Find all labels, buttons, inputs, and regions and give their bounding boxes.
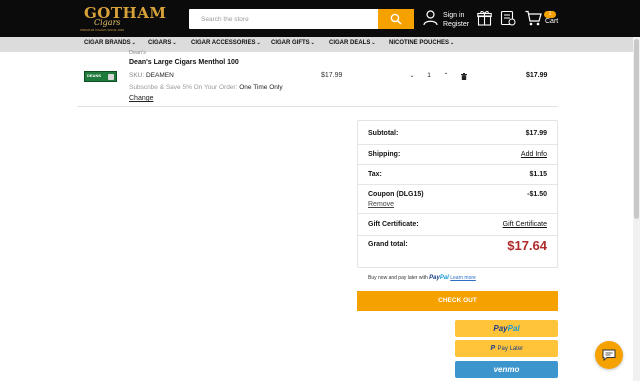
paypal-pay-later-button[interactable]: P Pay Later <box>455 340 558 357</box>
site-header: GOTHAM Cigars PREMIUM CIGARS SINCE 1999 … <box>0 0 640 37</box>
paylater-text: Buy now and pay later with <box>368 275 428 281</box>
grand-total-label: Grand total: <box>368 241 408 248</box>
cart-icon <box>525 10 542 26</box>
search-input[interactable] <box>189 9 378 29</box>
tax-value: $1.15 <box>529 171 547 178</box>
grand-total-value: $17.64 <box>507 238 547 253</box>
tax-row: Tax: $1.15 <box>358 165 557 185</box>
page-scrollbar[interactable] <box>633 37 640 381</box>
remove-coupon-link[interactable]: Remove <box>368 201 394 208</box>
subscribe-value: One Time Only <box>239 84 283 91</box>
pay-later-label: Pay Later <box>497 346 524 352</box>
line-total: $17.99 <box>526 72 548 79</box>
cart-item-row: Dean's DEANS Dean's Large Cigars Menthol… <box>77 50 558 107</box>
subscribe-option: Subscribe & Save 5% On Your Order: One T… <box>129 84 283 91</box>
sign-in-link[interactable]: Sign in <box>443 11 469 20</box>
nav-item-cigar-deals[interactable]: CIGAR DEALS⌄ <box>329 40 376 46</box>
add-shipping-info-link[interactable]: Add Info <box>521 151 547 158</box>
logo-tagline: PREMIUM CIGARS SINCE 1999 <box>80 28 125 32</box>
chat-icon <box>602 349 616 361</box>
chevron-down-icon: ⌄ <box>450 40 455 46</box>
quantity-value[interactable]: 1 <box>423 72 435 79</box>
cart-link[interactable]: 1 Cart <box>525 10 565 30</box>
paypal-logo-pay: Pay <box>493 324 508 333</box>
user-icon <box>423 10 438 26</box>
chevron-down-icon: ⌄ <box>172 40 177 46</box>
search-icon <box>390 13 402 25</box>
order-summary: Subtotal: $17.99 Shipping: Add Info Tax:… <box>357 120 558 268</box>
learn-more-link[interactable]: Learn more <box>450 275 476 281</box>
subtotal-row: Subtotal: $17.99 <box>358 121 557 145</box>
tax-label: Tax: <box>368 171 382 178</box>
logo-sub-text: Cigars <box>94 18 121 27</box>
trash-icon[interactable] <box>461 73 467 80</box>
chevron-down-icon: ⌄ <box>131 40 136 46</box>
coupon-row: Coupon (DLG15) -$1.50 Remove <box>358 185 557 214</box>
search-button[interactable] <box>378 9 414 29</box>
register-link[interactable]: Register <box>443 20 469 29</box>
product-image-label: DEANS <box>87 73 102 78</box>
subscribe-label: Subscribe & Save 5% On Your Order: <box>129 84 238 91</box>
product-brand: Dean's <box>129 50 146 56</box>
product-name-link[interactable]: Dean's Large Cigars Menthol 100 <box>129 59 239 66</box>
chat-button[interactable] <box>595 341 623 369</box>
sku-label: SKU: <box>129 72 145 79</box>
nav-item-cigar-accessories[interactable]: CIGAR ACCESSORIES⌄ <box>191 40 261 46</box>
gift-icon[interactable] <box>477 10 492 26</box>
change-subscription-link[interactable]: Change <box>129 95 154 102</box>
gift-certificate-link[interactable]: Gift Certificate <box>503 221 547 228</box>
shipping-label: Shipping: <box>368 151 401 158</box>
coupon-value: -$1.50 <box>527 191 547 198</box>
nav-item-cigar-gifts[interactable]: CIGAR GIFTS⌄ <box>271 40 315 46</box>
shipping-row: Shipping: Add Info <box>358 145 557 165</box>
quantity-decrease-button[interactable]: ⌄ <box>407 71 417 81</box>
paypal-mark-icon: P <box>490 345 496 352</box>
sku-value: DEAMEN <box>145 72 174 79</box>
search-bar <box>189 9 414 29</box>
unit-price: $17.99 <box>321 72 343 79</box>
chevron-down-icon: ⌄ <box>310 40 315 46</box>
cart-label: Cart <box>545 18 559 25</box>
nav-item-cigars[interactable]: CIGARS⌄ <box>148 40 177 46</box>
venmo-button[interactable]: venmo <box>455 361 558 378</box>
paypal-button[interactable]: PayPal <box>455 320 558 337</box>
chevron-down-icon: ⌄ <box>371 40 376 46</box>
product-image[interactable]: DEANS <box>84 71 117 82</box>
product-image-mark <box>108 74 114 80</box>
scrollbar-thumb[interactable] <box>634 39 639 219</box>
subtotal-label: Subtotal: <box>368 130 399 137</box>
product-sku: SKU: DEAMEN <box>129 72 174 79</box>
cart-count-badge: 1 <box>544 11 556 18</box>
compare-icon[interactable] <box>500 10 516 26</box>
gift-certificate-row: Gift Certificate: Gift Certificate <box>358 214 557 236</box>
gift-certificate-label: Gift Certificate: <box>368 221 419 228</box>
checkout-button[interactable]: CHECK OUT <box>357 291 558 311</box>
category-nav: CIGAR BRANDS⌄ CIGARS⌄ CIGAR ACCESSORIES⌄… <box>0 37 640 52</box>
chevron-down-icon: ⌄ <box>256 40 261 46</box>
subtotal-value: $17.99 <box>525 130 547 137</box>
paylater-message: Buy now and pay later with PayPal Learn … <box>368 275 476 281</box>
coupon-label: Coupon (DLG15) <box>368 191 424 198</box>
paypal-logo: PayPal <box>429 275 449 281</box>
nav-item-cigar-brands[interactable]: CIGAR BRANDS⌄ <box>84 40 136 46</box>
account-link[interactable]: Sign in Register <box>423 8 473 30</box>
nav-item-nicotine-pouches[interactable]: NICOTINE POUCHES⌄ <box>389 40 454 46</box>
account-text: Sign in Register <box>443 11 469 29</box>
quantity-increase-button[interactable]: ⌃ <box>441 71 451 81</box>
gotham-cigars-logo[interactable]: GOTHAM Cigars PREMIUM CIGARS SINCE 1999 <box>80 4 166 34</box>
paypal-logo-pal: Pal <box>507 324 520 333</box>
